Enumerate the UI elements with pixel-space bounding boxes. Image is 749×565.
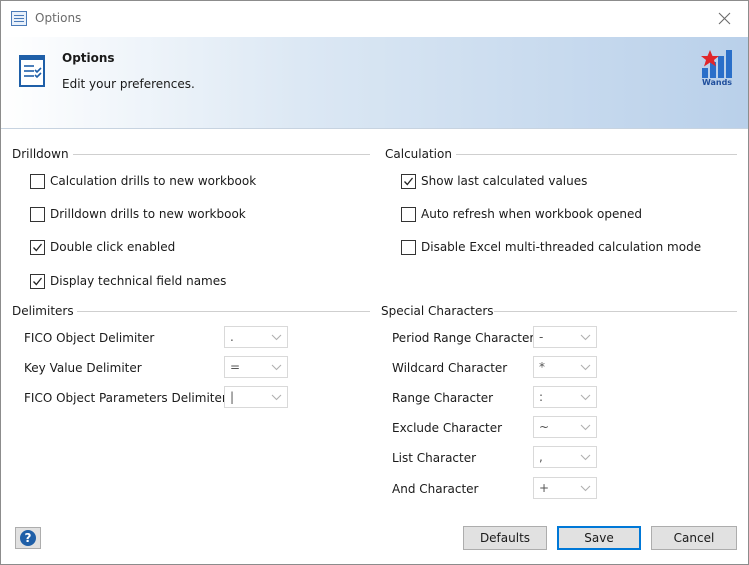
checkbox-box (30, 173, 45, 189)
checkbox-box (401, 206, 416, 222)
divider (77, 311, 370, 312)
chevron-down-icon (575, 387, 596, 407)
checkmark-icon (33, 243, 43, 251)
chevron-down-icon (575, 357, 596, 377)
header-banner: Options Edit your preferences. Wands (1, 37, 748, 129)
checkbox-box (30, 239, 45, 255)
and-character-label: And Character (392, 482, 479, 496)
chevron-down-icon (266, 327, 287, 347)
fico-object-delimiter-label: FICO Object Delimiter (24, 331, 155, 345)
period-range-character-select[interactable]: - (533, 326, 597, 348)
drilldown-title: Drilldown (12, 147, 69, 161)
checkbox-double-click[interactable]: Double click enabled (30, 239, 175, 255)
chevron-down-icon (575, 417, 596, 437)
table-icon (11, 11, 27, 26)
header-title: Options (62, 51, 115, 65)
select-value: . (230, 330, 234, 344)
exclude-character-select[interactable]: ~ (533, 416, 597, 438)
checkbox-box (30, 206, 45, 222)
checkbox-label: Show last calculated values (421, 174, 588, 188)
checkbox-label: Double click enabled (50, 240, 176, 254)
calculation-title: Calculation (385, 147, 452, 161)
special-characters-title: Special Characters (381, 304, 494, 318)
and-character-select[interactable]: + (533, 477, 597, 499)
divider (73, 154, 370, 155)
chevron-down-icon (266, 387, 287, 407)
checkbox-label: Drilldown drills to new workbook (50, 207, 246, 221)
checkbox-calculation-drills[interactable]: Calculation drills to new workbook (30, 173, 256, 189)
select-value: : (539, 390, 544, 404)
chevron-down-icon (575, 327, 596, 347)
checkbox-show-last-calculated[interactable]: Show last calculated values (401, 173, 587, 189)
checkbox-box (30, 273, 45, 289)
fico-object-parameters-delimiter-select[interactable]: | (224, 386, 288, 408)
help-button[interactable]: ? (15, 527, 41, 549)
options-dialog: Options Options Edit your preferences. W… (0, 0, 749, 565)
select-value: | (230, 390, 235, 404)
range-character-select[interactable]: : (533, 386, 597, 408)
window-title: Options (35, 11, 82, 25)
save-button[interactable]: Save (557, 526, 641, 550)
chevron-down-icon (266, 357, 287, 377)
checkbox-label: Calculation drills to new workbook (50, 174, 257, 188)
select-value: , (539, 450, 543, 464)
select-value: - (539, 330, 544, 344)
list-character-label: List Character (392, 451, 477, 465)
close-icon (718, 12, 731, 25)
checklist-icon (19, 55, 45, 87)
checkbox-box (401, 173, 416, 189)
select-value: = (230, 360, 241, 374)
wildcard-character-select[interactable]: * (533, 356, 597, 378)
checkbox-label: Auto refresh when workbook opened (421, 207, 642, 221)
select-value: + (539, 481, 550, 495)
chevron-down-icon (575, 447, 596, 467)
defaults-button[interactable]: Defaults (463, 526, 547, 550)
title-bar: Options (1, 1, 748, 37)
cancel-button[interactable]: Cancel (651, 526, 737, 550)
key-value-delimiter-select[interactable]: = (224, 356, 288, 378)
period-range-character-label: Period Range Character (392, 331, 535, 345)
header-subtitle: Edit your preferences. (62, 77, 195, 91)
fico-object-parameters-delimiter-label: FICO Object Parameters Delimiter (24, 391, 227, 405)
checkmark-icon (33, 277, 43, 285)
exclude-character-label: Exclude Character (392, 421, 503, 435)
range-character-label: Range Character (392, 391, 494, 405)
chevron-down-icon (575, 478, 596, 498)
checkbox-box (401, 239, 416, 255)
select-value: ~ (539, 420, 550, 434)
checkbox-auto-refresh[interactable]: Auto refresh when workbook opened (401, 206, 642, 222)
close-button[interactable] (708, 5, 742, 33)
checkbox-technical-field-names[interactable]: Display technical field names (30, 273, 226, 289)
delimiters-title: Delimiters (12, 304, 74, 318)
fico-object-delimiter-select[interactable]: . (224, 326, 288, 348)
checkmark-icon (404, 177, 414, 185)
help-icon: ? (20, 530, 36, 546)
divider (456, 154, 737, 155)
wildcard-character-label: Wildcard Character (392, 361, 508, 375)
select-value: * (539, 360, 545, 374)
logo-text: Wands (701, 78, 733, 87)
checkbox-drilldown-drills[interactable]: Drilldown drills to new workbook (30, 206, 246, 222)
key-value-delimiter-label: Key Value Delimiter (24, 361, 142, 375)
checkbox-label: Disable Excel multi-threaded calculation… (421, 240, 702, 254)
list-character-select[interactable]: , (533, 446, 597, 468)
checkbox-label: Display technical field names (50, 274, 227, 288)
checkbox-disable-multithreaded[interactable]: Disable Excel multi-threaded calculation… (401, 239, 701, 255)
divider (494, 311, 737, 312)
